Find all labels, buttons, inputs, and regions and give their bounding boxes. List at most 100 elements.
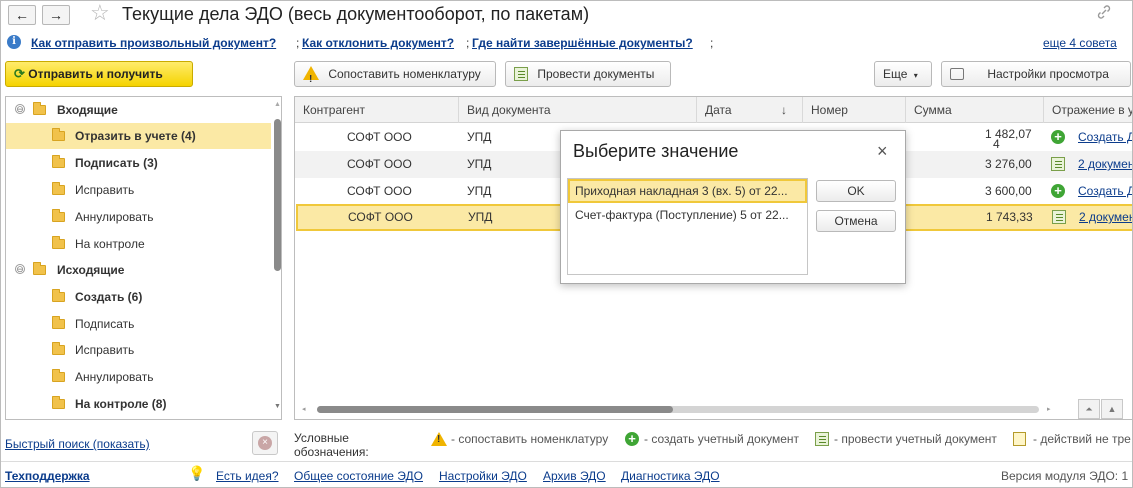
settings-icon [950, 68, 964, 80]
document-icon [815, 432, 829, 446]
match-nomenclature-label: Сопоставить номенклатуру [328, 67, 481, 81]
more-dropdown-button[interactable]: Еще ▾ [874, 61, 932, 87]
dialog-list-item[interactable]: Приходная накладная 3 (вх. 5) от 22... [568, 179, 807, 203]
collapse-icon[interactable]: ⊖ [15, 264, 25, 274]
folder-icon [52, 342, 65, 355]
tree-item-annul[interactable]: Аннулировать [6, 204, 271, 230]
close-icon[interactable]: × [877, 141, 888, 162]
no-action-document-icon [1013, 432, 1026, 446]
view-settings-label: Настройки просмотра [987, 67, 1109, 81]
tree-group-label: Исходящие [57, 263, 125, 277]
legend-label: Условные [294, 431, 349, 445]
scroll-right-icon[interactable]: ▸ [1047, 405, 1051, 413]
tree-item-reflect[interactable]: Отразить в учете (4) [6, 123, 271, 149]
collapse-icon[interactable]: ⊖ [15, 104, 25, 114]
module-version: Версия модуля ЭДО: 1 [1001, 469, 1129, 483]
footer-link-edo-archive[interactable]: Архив ЭДО [543, 469, 606, 483]
plus-icon: + [1051, 130, 1065, 144]
tree-item-fix[interactable]: Исправить [6, 177, 271, 203]
cell-doc-type: УПД [468, 210, 493, 224]
column-header-date-label: Дата [705, 103, 732, 117]
column-header-date[interactable]: Дата ↓ [697, 97, 803, 123]
cell-sum-extra: 4 [993, 137, 1000, 151]
tip-separator: ; [710, 36, 714, 50]
back-button[interactable]: ← [8, 5, 36, 25]
folder-icon [52, 128, 65, 141]
scroll-page-up-icon[interactable]: ▲ [1101, 399, 1123, 419]
clear-search-button[interactable]: × [252, 431, 278, 455]
tree-group-incoming[interactable]: ⊖ Входящие [6, 97, 271, 123]
column-header-sum[interactable]: Сумма [906, 97, 1044, 123]
document-icon [1052, 210, 1066, 224]
cell-action-link[interactable]: 2 докумен [1079, 210, 1133, 224]
ok-button[interactable]: OK [816, 180, 896, 202]
legend-label: обозначения: [294, 445, 369, 459]
folder-icon [52, 289, 65, 302]
support-link[interactable]: Техподдержка [5, 469, 90, 483]
forward-button[interactable]: → [42, 5, 70, 25]
tree-item-label: Исправить [75, 183, 135, 197]
table-scroll-thumb[interactable] [317, 406, 673, 413]
folder-icon [52, 155, 65, 168]
scroll-to-top-icon[interactable]: ⏶ [1078, 399, 1100, 419]
warning-icon [303, 66, 319, 92]
tree-scroll-thumb[interactable] [274, 119, 281, 271]
tree-item-create[interactable]: Создать (6) [6, 284, 271, 310]
cell-counterparty: СОФТ ООО [347, 130, 412, 144]
more-tips-link[interactable]: еще 4 совета [1043, 36, 1117, 50]
tree-item-label: Отразить в учете (4) [75, 129, 196, 143]
cell-action-link[interactable]: Создать Д [1078, 184, 1133, 198]
tree-item-label: Подписать [75, 317, 135, 331]
tree-item-label: На контроле (8) [75, 397, 167, 411]
document-tree: ⊖ Входящие Отразить в учете (4) Подписат… [5, 96, 282, 420]
match-nomenclature-button[interactable]: Сопоставить номенклатуру [294, 61, 496, 92]
idea-link[interactable]: Есть идея? [216, 469, 279, 483]
cell-action-link[interactable]: Создать Д [1078, 130, 1133, 144]
dropdown-arrow-icon: ▾ [913, 71, 918, 80]
link-icon[interactable] [1096, 4, 1112, 25]
tip-link-reject-document[interactable]: Как отклонить документ? [302, 36, 454, 50]
column-header-reflection[interactable]: Отражение в у [1044, 97, 1133, 123]
send-receive-button[interactable]: ⟳ Отправить и получить [5, 61, 193, 87]
cancel-button[interactable]: Отмена [816, 210, 896, 232]
favorite-star-icon[interactable]: ☆ [90, 2, 110, 24]
scroll-up-icon[interactable]: ▲ [274, 101, 281, 108]
column-header-number[interactable]: Номер [803, 97, 906, 123]
folder-icon [33, 262, 46, 275]
folder-icon [52, 209, 65, 222]
footer-link-edo-settings[interactable]: Настройки ЭДО [439, 469, 527, 483]
footer-link-edo-status[interactable]: Общее состояние ЭДО [294, 469, 423, 483]
tree-item-sign[interactable]: Подписать (3) [6, 150, 271, 176]
tree-item-annul-outgoing[interactable]: Аннулировать [6, 364, 271, 390]
tree-item-control-outgoing[interactable]: На контроле (8) [6, 391, 271, 417]
tip-link-find-completed[interactable]: Где найти завершённые документы? [472, 36, 693, 50]
clear-icon: × [258, 436, 272, 450]
legend-entry: - создать учетный документ [644, 432, 800, 446]
post-document-icon [514, 67, 528, 81]
cell-doc-type: УПД [467, 130, 492, 144]
scroll-down-icon[interactable]: ▼ [274, 403, 281, 410]
send-receive-label: Отправить и получить [28, 67, 163, 81]
more-label: Еще [883, 67, 908, 81]
tree-item-label: Исправить [75, 343, 135, 357]
tree-item-fix-outgoing[interactable]: Исправить [6, 337, 271, 363]
footer-divider [0, 461, 1133, 462]
column-header-counterparty[interactable]: Контрагент [295, 97, 459, 123]
tip-separator: ; [296, 36, 300, 50]
post-documents-button[interactable]: Провести документы [505, 61, 671, 87]
scroll-left-icon[interactable]: ◂ [302, 405, 306, 413]
tip-link-send-document[interactable]: Как отправить произвольный документ? [31, 36, 276, 50]
quick-search-link[interactable]: Быстрый поиск (показать) [5, 437, 150, 451]
column-header-doc-type[interactable]: Вид документа [459, 97, 697, 123]
tree-item-sign-outgoing[interactable]: Подписать [6, 311, 271, 337]
cell-action-link[interactable]: 2 докумен [1078, 157, 1133, 171]
cell-sum: 1 743,33 [986, 210, 1033, 224]
view-settings-button[interactable]: Настройки просмотра [941, 61, 1131, 87]
tree-group-outgoing[interactable]: ⊖ Исходящие [6, 257, 271, 283]
dialog-list-item[interactable]: Счет-фактура (Поступление) 5 от 22... [568, 204, 807, 228]
post-documents-label: Провести документы [537, 67, 655, 81]
tree-item-control[interactable]: На контроле [6, 231, 271, 257]
tree-group-label: Входящие [57, 103, 118, 117]
folder-icon [33, 102, 46, 115]
footer-link-edo-diagnostics[interactable]: Диагностика ЭДО [621, 469, 720, 483]
